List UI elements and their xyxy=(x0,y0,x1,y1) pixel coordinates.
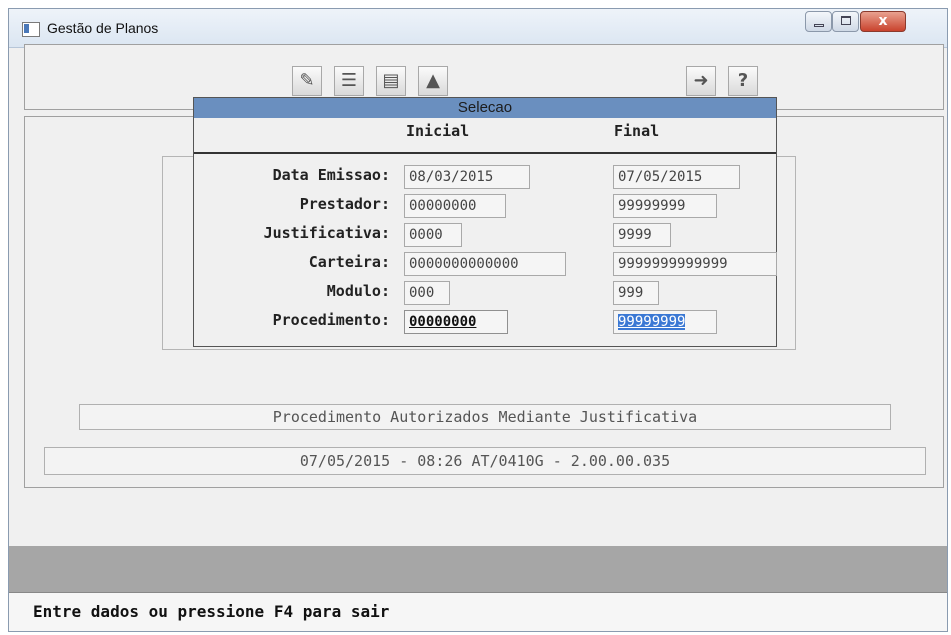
carteira-final-field[interactable]: 9999999999999 xyxy=(613,252,777,276)
window-title: Gestão de Planos xyxy=(47,20,159,36)
close-button[interactable]: x xyxy=(860,11,906,32)
edit-icon[interactable]: ✎ xyxy=(292,66,322,96)
minimize-icon xyxy=(814,24,824,27)
label-justificativa: Justificativa: xyxy=(263,224,390,242)
message-area xyxy=(9,546,947,592)
procedimento-final-field[interactable]: 99999999 xyxy=(613,310,717,334)
prestador-final-field[interactable]: 99999999 xyxy=(613,194,717,218)
column-header-final: Final xyxy=(614,122,660,140)
procedimento-inicial-field[interactable]: 00000000 xyxy=(404,310,508,334)
maximize-icon xyxy=(841,16,851,25)
close-icon: x xyxy=(878,13,888,29)
help-icon[interactable]: ? xyxy=(728,66,758,96)
label-modulo: Modulo: xyxy=(326,282,390,300)
label-procedimento: Procedimento: xyxy=(272,311,390,329)
label-carteira: Carteira: xyxy=(308,253,390,271)
carteira-inicial-field[interactable]: 0000000000000 xyxy=(404,252,566,276)
status-line: 07/05/2015 - 08:26 AT/0410G - 2.00.00.03… xyxy=(44,447,926,475)
selected-text: 99999999 xyxy=(618,314,686,330)
app-icon xyxy=(22,22,40,37)
title-bar[interactable]: Gestão de Planos x xyxy=(9,9,947,48)
modulo-inicial-field[interactable]: 000 xyxy=(404,281,450,305)
print-icon[interactable]: ▲ xyxy=(418,66,448,96)
label-data-emissao: Data Emissao: xyxy=(272,166,390,184)
dialog-title: Selecao xyxy=(194,98,776,118)
data-emissao-final-field[interactable]: 07/05/2015 xyxy=(613,165,740,189)
justificativa-inicial-field[interactable]: 0000 xyxy=(404,223,462,247)
label-prestador: Prestador: xyxy=(299,195,390,213)
data-emissao-inicial-field[interactable]: 08/03/2015 xyxy=(404,165,530,189)
maximize-button[interactable] xyxy=(832,11,859,32)
minimize-button[interactable] xyxy=(805,11,832,32)
exit-icon[interactable]: ➜ xyxy=(686,66,716,96)
prompt-text: Entre dados ou pressione F4 para sair xyxy=(33,602,390,621)
prompt-bar: Entre dados ou pressione F4 para sair xyxy=(9,592,947,631)
program-title: Procedimento Autorizados Mediante Justif… xyxy=(79,404,891,430)
divider xyxy=(194,152,776,154)
list-icon[interactable]: ☰ xyxy=(334,66,364,96)
modulo-final-field[interactable]: 999 xyxy=(613,281,659,305)
column-header-inicial: Inicial xyxy=(406,122,470,140)
detail-icon[interactable]: ▤ xyxy=(376,66,406,96)
justificativa-final-field[interactable]: 9999 xyxy=(613,223,671,247)
prestador-inicial-field[interactable]: 00000000 xyxy=(404,194,506,218)
